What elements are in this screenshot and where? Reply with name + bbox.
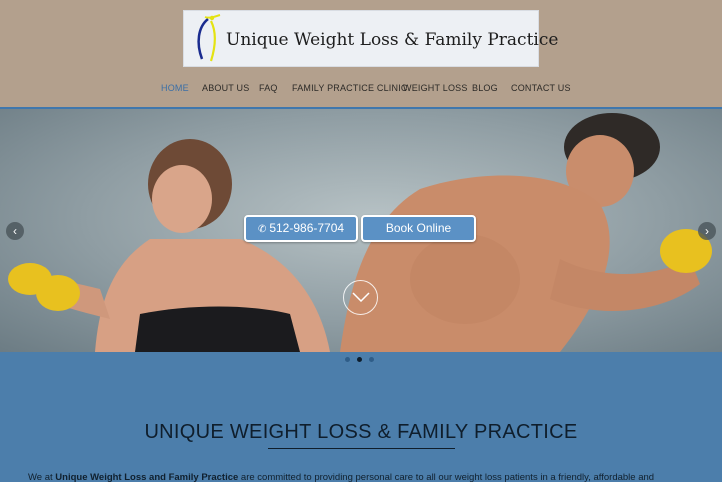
nav-item-contact-us[interactable]: CONTACT US bbox=[511, 83, 571, 93]
slider-dot[interactable] bbox=[345, 357, 350, 362]
nav-item-weight-loss[interactable]: WEIGHT LOSS bbox=[403, 83, 468, 93]
slider-dot-active[interactable] bbox=[357, 357, 362, 362]
nav-item-family-practice-clinic[interactable]: FAMILY PRACTICE CLINIC bbox=[292, 83, 408, 93]
book-online-label: Book Online bbox=[385, 221, 452, 235]
intro-suffix: are committed to providing personal care… bbox=[238, 472, 655, 482]
slider-next-button[interactable]: › bbox=[698, 222, 716, 240]
chevron-down-icon bbox=[352, 292, 370, 302]
site-logo[interactable]: Unique Weight Loss & Family Practice bbox=[183, 10, 558, 67]
nav-item-home[interactable]: HOME bbox=[161, 83, 189, 93]
logo-figure-icon bbox=[197, 14, 221, 62]
intro-prefix: We at bbox=[28, 472, 56, 482]
title-underline bbox=[268, 448, 455, 449]
nav-item-about-us[interactable]: ABOUT US bbox=[202, 83, 249, 93]
slider-dot[interactable] bbox=[369, 357, 374, 362]
call-button[interactable]: ✆ 512-986-7704 bbox=[244, 215, 358, 242]
chevron-left-icon: ‹ bbox=[13, 224, 17, 238]
section-title: UNIQUE WEIGHT LOSS & FAMILY PRACTICE bbox=[144, 421, 578, 443]
book-online-button[interactable]: Book Online bbox=[361, 215, 476, 242]
site-header: Unique Weight Loss & Family Practice HOM… bbox=[0, 0, 722, 109]
main-nav: HOME ABOUT US FAQ FAMILY PRACTICE CLINIC… bbox=[0, 83, 722, 97]
chevron-right-icon: › bbox=[705, 224, 709, 238]
call-button-label: 512-986-7704 bbox=[269, 221, 345, 235]
hero-slider: ‹ › ✆ 512-986-7704 Book Online bbox=[0, 109, 722, 352]
scroll-down-button[interactable] bbox=[343, 280, 378, 315]
nav-item-blog[interactable]: BLOG bbox=[472, 83, 498, 93]
slider-prev-button[interactable]: ‹ bbox=[6, 222, 24, 240]
intro-practice-name: Unique Weight Loss and Family Practice bbox=[55, 472, 239, 482]
intro-paragraph: We at Unique Weight Loss and Family Prac… bbox=[28, 472, 708, 482]
logo-text: Unique Weight Loss & Family Practice bbox=[226, 30, 559, 50]
phone-icon: ✆ bbox=[257, 224, 267, 235]
nav-item-faq[interactable]: FAQ bbox=[259, 83, 278, 93]
